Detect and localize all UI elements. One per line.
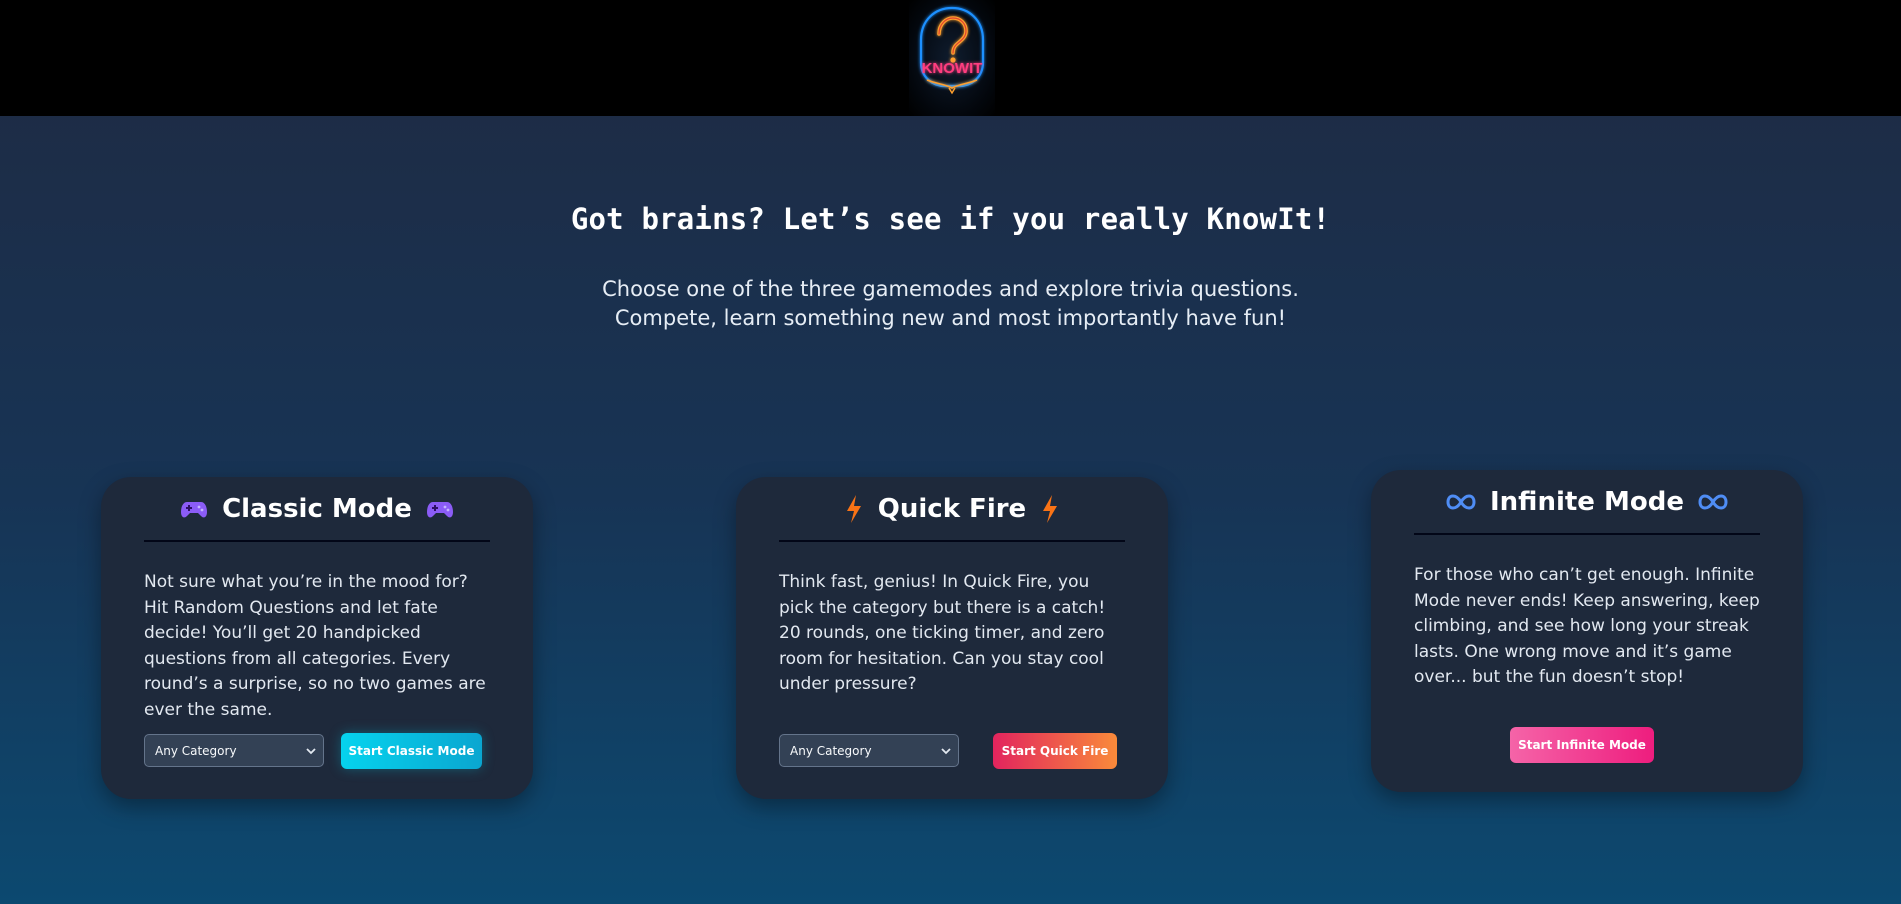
hero-title: Got brains? Let’s see if you really Know… xyxy=(570,202,1331,236)
start-infinite-mode-button[interactable]: Start Infinite Mode xyxy=(1510,727,1654,763)
start-quick-fire-button[interactable]: Start Quick Fire xyxy=(993,733,1117,769)
classic-mode-card: Classic Mode Not sure what you’re in the… xyxy=(101,477,533,799)
classic-mode-description: Not sure what you’re in the mood for? Hi… xyxy=(144,572,486,720)
quick-fire-title: Quick Fire xyxy=(877,493,1027,524)
classic-category-select[interactable]: Any Category xyxy=(144,734,324,767)
quick-fire-header: Quick Fire xyxy=(779,477,1125,542)
classic-mode-title: Classic Mode xyxy=(222,493,412,524)
quick-fire-card: Quick Fire Think fast, genius! In Quick … xyxy=(736,477,1168,799)
quick-fire-description: Think fast, genius! In Quick Fire, you p… xyxy=(779,572,1106,694)
hero-subtitle-line-2: Compete, learn something new and most im… xyxy=(614,306,1287,330)
knowit-logo[interactable]: KNOWIT xyxy=(909,0,995,116)
game-controller-icon xyxy=(426,498,454,520)
quick-fire-category-select-value: Any Category xyxy=(790,743,872,758)
hero-subtitle: Choose one of the three gamemodes and ex… xyxy=(0,275,1901,333)
infinity-icon xyxy=(1446,492,1476,512)
infinite-mode-header: Infinite Mode xyxy=(1414,470,1760,535)
top-bar: KNOWIT xyxy=(0,0,1901,116)
chevron-down-icon xyxy=(305,744,317,761)
neon-question-mark-icon: KNOWIT xyxy=(919,6,985,95)
infinite-mode-card: Infinite Mode For those who can’t get en… xyxy=(1371,470,1803,792)
infinite-mode-title: Infinite Mode xyxy=(1490,486,1684,517)
quick-fire-category-select[interactable]: Any Category xyxy=(779,734,959,767)
classic-category-select-value: Any Category xyxy=(155,743,237,758)
chevron-down-icon xyxy=(940,744,952,761)
lightning-bolt-icon xyxy=(844,494,864,524)
classic-mode-header: Classic Mode xyxy=(144,477,490,542)
logo-text: KNOWIT xyxy=(922,60,983,77)
infinite-mode-description: For those who can’t get enough. Infinite… xyxy=(1414,565,1760,687)
lightning-bolt-icon xyxy=(1040,494,1060,524)
start-classic-mode-button[interactable]: Start Classic Mode xyxy=(341,733,482,769)
hero-subtitle-line-1: Choose one of the three gamemodes and ex… xyxy=(602,277,1299,301)
infinity-icon xyxy=(1698,492,1728,512)
game-controller-icon xyxy=(180,498,208,520)
